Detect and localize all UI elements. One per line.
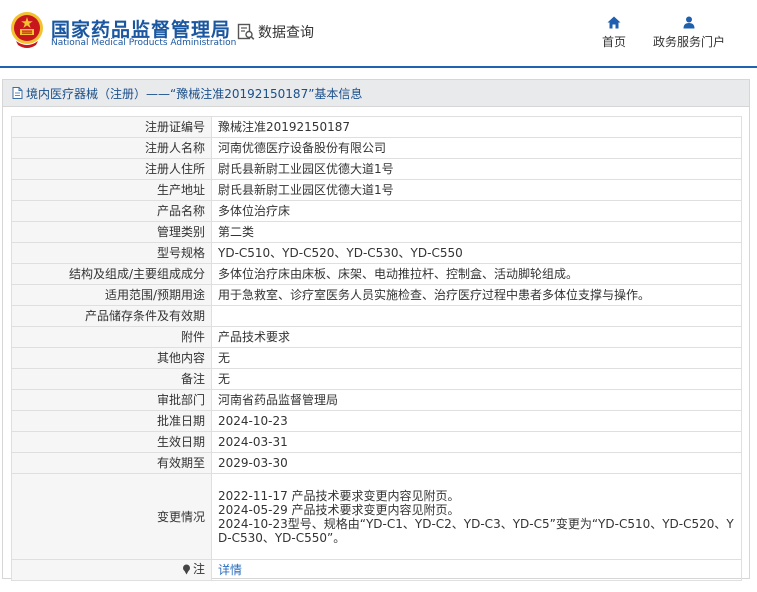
change-history-row: 变更情况 2022-11-17 产品技术要求变更内容见附页。 2024-05-29 … [11,473,742,560]
national-emblem-icon [11,12,43,48]
field-label: 产品储存条件及有效期 [11,305,212,327]
field-label: 批准日期 [11,410,212,432]
field-label: 附件 [11,326,212,348]
field-label: 管理类别 [11,221,212,243]
nav-portal-label: 政务服务门户 [652,35,725,49]
field-value: 多体位治疗床由床板、床架、电动推拉杆、控制盒、活动脚轮组成。 [211,263,742,285]
panel-header: 境内医疗器械（注册）——“豫械注准20192150187”基本信息 [3,80,749,107]
details-link[interactable]: 详情 [218,563,242,577]
home-icon [607,16,621,29]
field-label: 型号规格 [11,242,212,264]
field-value: 2024-10-23 [211,410,742,432]
field-label: 结构及组成/主要组成成分 [11,263,212,285]
table-row: 管理类别 第二类 [11,221,742,243]
field-label: 有效期至 [11,452,212,474]
table-row: 生产地址 尉氏县新尉工业园区优德大道1号 [11,179,742,201]
field-value: 产品技术要求 [211,326,742,348]
field-label: 产品名称 [11,200,212,222]
table-row: 产品储存条件及有效期 [11,305,742,327]
table-row: 有效期至 2029-03-30 [11,452,742,474]
data-query-link[interactable]: 数据查询 [237,22,314,42]
table-row: 审批部门 河南省药品监督管理局 [11,389,742,411]
data-query-label: 数据查询 [258,25,314,41]
field-value: 河南省药品监督管理局 [211,389,742,411]
user-icon [683,16,695,29]
nav-home-label: 首页 [601,35,626,49]
field-value: 2029-03-30 [211,452,742,474]
registration-info-table: 注册证编号 豫械注准20192150187 注册人名称 河南优德医疗设备股份有限公司注… [11,116,742,581]
site-subtitle: National Medical Products Administration [51,38,237,48]
field-value: 用于急救室、诊疗室医务人员实施检查、治疗医疗过程中患者多体位支撑与操作。 [211,284,742,306]
field-label: 注册人名称 [11,137,212,159]
field-label: 生效日期 [11,431,212,453]
field-label: 其他内容 [11,347,212,369]
header-divider [0,66,757,68]
document-icon [12,87,23,99]
document-search-icon [237,23,255,40]
note-value: 详情 [211,559,742,581]
table-row: 注册人名称 河南优德医疗设备股份有限公司 [11,137,742,159]
table-row: 其他内容无 [11,347,742,369]
table-row: 结构及组成/主要组成成分 多体位治疗床由床板、床架、电动推拉杆、控制盒、活动脚轮组… [11,263,742,285]
note-label: 注 [182,562,205,576]
field-value: 豫械注准20192150187 [211,116,742,138]
change-entry: 2024-05-29 产品技术要求变更内容见附页。 [218,502,460,517]
nav-service-portal[interactable]: 政务服务门户 [648,16,730,50]
change-entry: 2022-11-17 产品技术要求变更内容见附页。 [218,488,460,503]
field-label: 生产地址 [11,179,212,201]
field-label: 适用范围/预期用途 [11,284,212,306]
note-row: 注详情 [11,559,742,581]
field-value: YD-C510、YD-C520、YD-C530、YD-C550 [211,242,742,264]
field-value: 河南优德医疗设备股份有限公司 [211,137,742,159]
field-value: 无 [211,347,742,369]
field-label: 注 [11,559,212,581]
field-value: 尉氏县新尉工业园区优德大道1号 [211,179,742,201]
detail-panel: 境内医疗器械（注册）——“豫械注准20192150187”基本信息 注册证编号豫… [2,79,750,581]
panel-title: 境内医疗器械（注册）——“豫械注准20192150187”基本信息 [26,86,363,101]
note-label-text: 注 [192,562,205,577]
field-value [211,305,742,327]
table-row: 备注无 [11,368,742,390]
field-value: 尉氏县新尉工业园区优德大道1号 [211,158,742,180]
change-history-list: 2022-11-17 产品技术要求变更内容见附页。 2024-05-29 产品技术… [211,473,742,560]
table-row: 批准日期 2024-10-23 [11,410,742,432]
field-value: 第二类 [211,221,742,243]
table-row: 注册证编号 豫械注准20192150187 [11,116,742,138]
field-label: 变更情况 [11,473,212,560]
change-entry: 2024-10-23型号、规格由“YD-C1、YD-C2、YD-C3、YD-C5… [218,516,734,545]
pin-icon [182,564,190,575]
nav-home[interactable]: 首页 [597,16,631,50]
table-row: 产品名称 多体位治疗床 [11,200,742,222]
table-row: 附件 产品技术要求 [11,326,742,348]
field-label: 备注 [11,368,212,390]
field-value: 2024-03-31 [211,431,742,453]
site-header: 国家药品监督管理局 National Medical Products Admi… [0,0,757,66]
field-label: 注册人住所 [11,158,212,180]
table-row: 注册人住所 尉氏县新尉工业园区优德大道1号 [11,158,742,180]
table-row: 生效日期 2024-03-31 [11,431,742,453]
field-label: 审批部门 [11,389,212,411]
table-row: 型号规格 YD-C510、YD-C520、YD-C530、YD-C550 [11,242,742,264]
table-row: 适用范围/预期用途 用于急救室、诊疗室医务人员实施检查、治疗医疗过程中患者多体位支… [11,284,742,306]
field-label: 注册证编号 [11,116,212,138]
field-value: 多体位治疗床 [211,200,742,222]
field-value: 无 [211,368,742,390]
